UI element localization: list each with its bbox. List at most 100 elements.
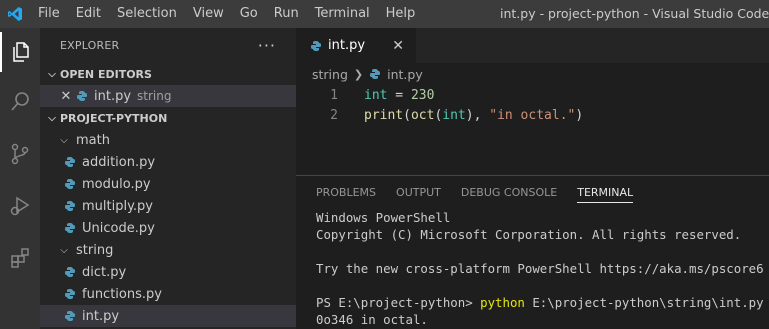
explorer-icon[interactable]	[0, 32, 40, 72]
breadcrumb-file[interactable]: int.py	[387, 67, 423, 82]
code-editor[interactable]: 1 int = 230 2 print(oct(int), "in octal.…	[296, 85, 769, 175]
line-number: 1	[330, 87, 338, 103]
python-file-icon	[65, 223, 75, 233]
file-unicode[interactable]: Unicode.py	[40, 217, 296, 239]
code-text: print(oct(int), "in octal.")	[364, 108, 583, 123]
file-int[interactable]: int.py	[40, 305, 296, 327]
tab-problems[interactable]: PROBLEMS	[316, 176, 376, 209]
tab-label: int.py	[328, 38, 366, 53]
folder-string[interactable]: ⌵ string	[40, 239, 296, 261]
file-label: Unicode.py	[82, 220, 155, 236]
file-functions[interactable]: functions.py	[40, 283, 296, 305]
project-section[interactable]: ⌵ PROJECT-PYTHON	[40, 107, 296, 129]
explorer-title: EXPLORER	[60, 39, 120, 52]
terminal-command-line: PS E:\project-python> python E:\project-…	[316, 294, 769, 311]
menu-terminal[interactable]: Terminal	[307, 0, 378, 28]
python-file-icon	[65, 267, 75, 277]
code-token: (	[403, 107, 411, 123]
open-editor-item[interactable]: ✕ int.py string	[40, 85, 296, 107]
file-dict[interactable]: dict.py	[40, 261, 296, 283]
menu-selection[interactable]: Selection	[109, 0, 185, 28]
breadcrumb: string ❯ int.py	[296, 63, 769, 85]
file-label: int.py	[82, 308, 120, 324]
python-file-icon	[77, 91, 87, 101]
run-debug-icon[interactable]	[0, 186, 40, 226]
file-label: dict.py	[82, 264, 127, 280]
chevron-down-icon: ⌵	[48, 112, 56, 124]
terminal-line: Try the new cross-platform PowerShell ht…	[316, 261, 764, 276]
close-icon[interactable]: ✕	[58, 89, 74, 104]
file-label: functions.py	[82, 286, 162, 302]
open-editor-desc: string	[137, 89, 172, 103]
code-line: 1 int = 230	[296, 85, 769, 105]
window-title: int.py - project-python - Visual Studio …	[500, 6, 769, 21]
code-token: )	[575, 107, 584, 123]
code-token: "in octal."	[489, 107, 576, 123]
terminal-command: python	[480, 295, 525, 310]
folder-label: string	[76, 242, 114, 258]
title-bar: File Edit Selection View Go Run Terminal…	[0, 0, 769, 28]
tab-output[interactable]: OUTPUT	[396, 176, 441, 209]
code-token: 230	[410, 87, 435, 103]
terminal-line: Copyright (C) Microsoft Corporation. All…	[316, 227, 742, 242]
code-token: int	[442, 107, 466, 123]
bottom-panel: PROBLEMS OUTPUT DEBUG CONSOLE TERMINAL W…	[296, 175, 769, 329]
line-number: 2	[330, 107, 338, 123]
code-text: int = 230	[364, 88, 434, 103]
folder-label: math	[76, 132, 110, 148]
menu-view[interactable]: View	[185, 0, 232, 28]
breadcrumb-folder[interactable]: string	[312, 67, 348, 82]
folder-math[interactable]: ⌵ math	[40, 129, 296, 151]
tab-int-py[interactable]: int.py ✕	[296, 28, 416, 63]
code-token: int	[364, 87, 388, 103]
python-file-icon	[311, 40, 321, 51]
search-icon[interactable]	[0, 82, 40, 122]
chevron-down-icon: ⌵	[60, 244, 68, 256]
activity-bar	[0, 28, 40, 329]
close-icon[interactable]: ✕	[392, 38, 404, 54]
code-token: =	[387, 87, 411, 103]
file-label: multiply.py	[82, 198, 154, 214]
menu-file[interactable]: File	[30, 0, 68, 28]
python-file-icon	[65, 201, 75, 211]
terminal[interactable]: Windows PowerShell Copyright (C) Microso…	[296, 209, 769, 328]
code-token: print	[364, 107, 404, 123]
code-token: oct	[410, 107, 435, 123]
explorer-sidebar: EXPLORER ··· ⌵ OPEN EDITORS ✕ int.py str…	[40, 28, 296, 329]
menu-edit[interactable]: Edit	[68, 0, 109, 28]
panel-tabs: PROBLEMS OUTPUT DEBUG CONSOLE TERMINAL	[296, 176, 769, 209]
menu-run[interactable]: Run	[266, 0, 307, 28]
extensions-icon[interactable]	[0, 238, 40, 278]
chevron-right-icon: ❯	[353, 67, 364, 81]
file-multiply[interactable]: multiply.py	[40, 195, 296, 217]
python-file-icon	[65, 179, 75, 189]
file-addition[interactable]: addition.py	[40, 151, 296, 173]
python-file-icon	[65, 157, 75, 167]
python-file-icon	[370, 69, 381, 79]
python-file-icon	[65, 311, 75, 321]
terminal-prompt: PS E:\project-python>	[316, 295, 481, 310]
tab-terminal[interactable]: TERMINAL	[577, 176, 633, 209]
more-actions-icon[interactable]: ···	[258, 36, 276, 55]
chevron-down-icon: ⌵	[48, 68, 56, 80]
menu-go[interactable]: Go	[232, 0, 266, 28]
project-label: PROJECT-PYTHON	[60, 111, 168, 125]
file-label: addition.py	[82, 154, 156, 170]
python-file-icon	[65, 289, 75, 299]
file-label: modulo.py	[82, 176, 151, 192]
code-line: 2 print(oct(int), "in octal.")	[296, 105, 769, 125]
open-editors-label: OPEN EDITORS	[60, 67, 152, 81]
editor-tab-bar: int.py ✕	[296, 28, 769, 63]
file-modulo[interactable]: modulo.py	[40, 173, 296, 195]
menu-bar: File Edit Selection View Go Run Terminal…	[30, 0, 423, 28]
menu-help[interactable]: Help	[378, 0, 424, 28]
open-editors-section[interactable]: ⌵ OPEN EDITORS	[40, 63, 296, 85]
tab-debug-console[interactable]: DEBUG CONSOLE	[461, 176, 557, 209]
terminal-output: 0o346 in octal.	[316, 312, 428, 327]
code-token: ),	[465, 107, 490, 123]
terminal-args: E:\project-python\string\int.py	[524, 295, 764, 310]
source-control-icon[interactable]	[0, 134, 40, 174]
vscode-logo-icon	[0, 0, 30, 28]
